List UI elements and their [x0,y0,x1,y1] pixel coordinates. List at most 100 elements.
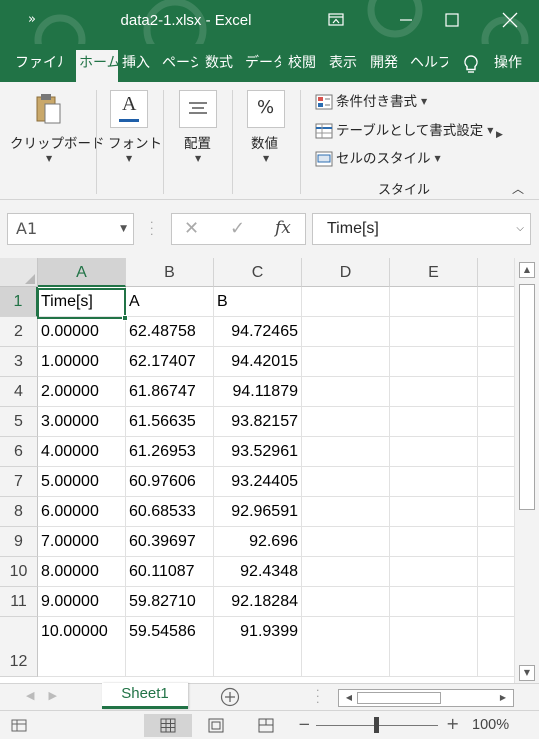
row-header-3[interactable]: 3 [0,347,38,377]
zoom-out-button[interactable]: − [298,715,311,733]
row-header-4[interactable]: 4 [0,377,38,407]
cell-e3[interactable] [390,347,478,377]
tab-review[interactable]: 校閲 [288,52,318,82]
vertical-scroll-thumb[interactable] [519,284,535,510]
cell-b5[interactable]: 61.56635 [126,407,214,437]
tab-tell-me[interactable]: 操作 [494,52,534,82]
column-header-c[interactable]: C [214,258,302,287]
row-header-6[interactable]: 6 [0,437,38,467]
cell-a8[interactable]: 6.00000 [38,497,126,527]
column-header-b[interactable]: B [126,258,214,287]
collapse-ribbon-icon[interactable]: ︿ [512,180,524,197]
row-header-10[interactable]: 10 [0,557,38,587]
cell-f5[interactable] [478,407,514,437]
number-group-label[interactable]: 数値 [251,132,278,152]
row-header-1[interactable]: 1 [0,287,38,317]
cell-b1[interactable]: A [126,287,214,317]
cell-e8[interactable] [390,497,478,527]
column-header-d[interactable]: D [302,258,390,287]
cell-c8[interactable]: 92.96591 [214,497,302,527]
row-header-7[interactable]: 7 [0,467,38,497]
vertical-scrollbar[interactable]: ▲ ▼ [514,258,539,683]
maximize-icon[interactable] [434,6,470,34]
normal-view-button[interactable] [144,714,192,737]
cell-c4[interactable]: 94.11879 [214,377,302,407]
cell-f1[interactable] [478,287,514,317]
cell-e5[interactable] [390,407,478,437]
cell-f11[interactable] [478,587,514,617]
cell-c2[interactable]: 94.72465 [214,317,302,347]
tab-file[interactable]: ファイル [15,52,63,82]
tab-insert[interactable]: 挿入 [122,52,152,82]
cell-a2[interactable]: 0.00000 [38,317,126,347]
cell-b4[interactable]: 61.86747 [126,377,214,407]
chevron-down-icon[interactable]: ▼ [120,214,127,244]
cell-d10[interactable] [302,557,390,587]
sheet-tab-sheet1[interactable]: Sheet1 [102,683,188,709]
cell-d5[interactable] [302,407,390,437]
cell-d3[interactable] [302,347,390,377]
formula-input[interactable]: Time[s] ⌵ [312,213,531,245]
cell-e7[interactable] [390,467,478,497]
name-box[interactable]: A1 ▼ [7,213,134,245]
cell-d9[interactable] [302,527,390,557]
cell-f9[interactable] [478,527,514,557]
cell-b8[interactable]: 60.68533 [126,497,214,527]
cell-d7[interactable] [302,467,390,497]
cell-b7[interactable]: 60.97606 [126,467,214,497]
scroll-up-icon[interactable]: ▲ [519,262,535,278]
zoom-in-button[interactable]: + [446,714,459,733]
cell-d1[interactable] [302,287,390,317]
cell-e2[interactable] [390,317,478,347]
cell-f8[interactable] [478,497,514,527]
cell-e12[interactable] [390,617,478,677]
minimize-icon[interactable] [388,6,424,34]
scroll-right-icon[interactable]: ▶ [495,690,511,706]
cell-b3[interactable]: 62.17407 [126,347,214,377]
cell-a6[interactable]: 4.00000 [38,437,126,467]
number-format-icon[interactable]: % [247,90,285,128]
font-group-label[interactable]: フォント [108,132,162,152]
cell-e10[interactable] [390,557,478,587]
cell-f12[interactable] [478,617,514,677]
cell-e4[interactable] [390,377,478,407]
tab-page-layout[interactable]: ページ [162,52,198,82]
clipboard-group-label[interactable]: クリップボード [10,132,105,152]
cell-a10[interactable]: 8.00000 [38,557,126,587]
scroll-down-icon[interactable]: ▼ [519,665,535,681]
cell-a11[interactable]: 9.00000 [38,587,126,617]
lightbulb-icon[interactable] [461,53,481,77]
font-icon[interactable]: A [110,90,148,128]
cell-d8[interactable] [302,497,390,527]
tab-developer[interactable]: 開発 [370,52,400,82]
cell-a7[interactable]: 5.00000 [38,467,126,497]
cell-b11[interactable]: 59.82710 [126,587,214,617]
cell-f4[interactable] [478,377,514,407]
cell-a12[interactable]: 10.00000 [38,617,126,677]
cell-c7[interactable]: 93.24405 [214,467,302,497]
cell-c5[interactable]: 93.82157 [214,407,302,437]
cell-f2[interactable] [478,317,514,347]
cell-d6[interactable] [302,437,390,467]
cell-d2[interactable] [302,317,390,347]
tab-view[interactable]: 表示 [329,52,359,82]
cell-b12[interactable]: 59.54586 [126,617,214,677]
cell-a4[interactable]: 2.00000 [38,377,126,407]
cell-a3[interactable]: 1.00000 [38,347,126,377]
cell-f7[interactable] [478,467,514,497]
cell-b2[interactable]: 62.48758 [126,317,214,347]
row-header-12[interactable]: 12 [0,617,38,677]
alignment-icon[interactable] [179,90,217,128]
sheet-nav-arrows[interactable]: ◀▶ [26,689,71,702]
cancel-icon[interactable]: ✕ [184,218,199,239]
cell-a1[interactable]: Time[s] [38,287,126,317]
column-header-partial[interactable] [478,258,514,287]
cell-c6[interactable]: 93.52961 [214,437,302,467]
column-header-e[interactable]: E [390,258,478,287]
sheet-bar-resize-handle[interactable]: · · · [316,685,320,708]
fill-handle[interactable] [122,315,128,321]
tab-home[interactable]: ホーム [76,50,118,82]
row-header-5[interactable]: 5 [0,407,38,437]
cell-c3[interactable]: 94.42015 [214,347,302,377]
zoom-level[interactable]: 100% [472,717,509,733]
